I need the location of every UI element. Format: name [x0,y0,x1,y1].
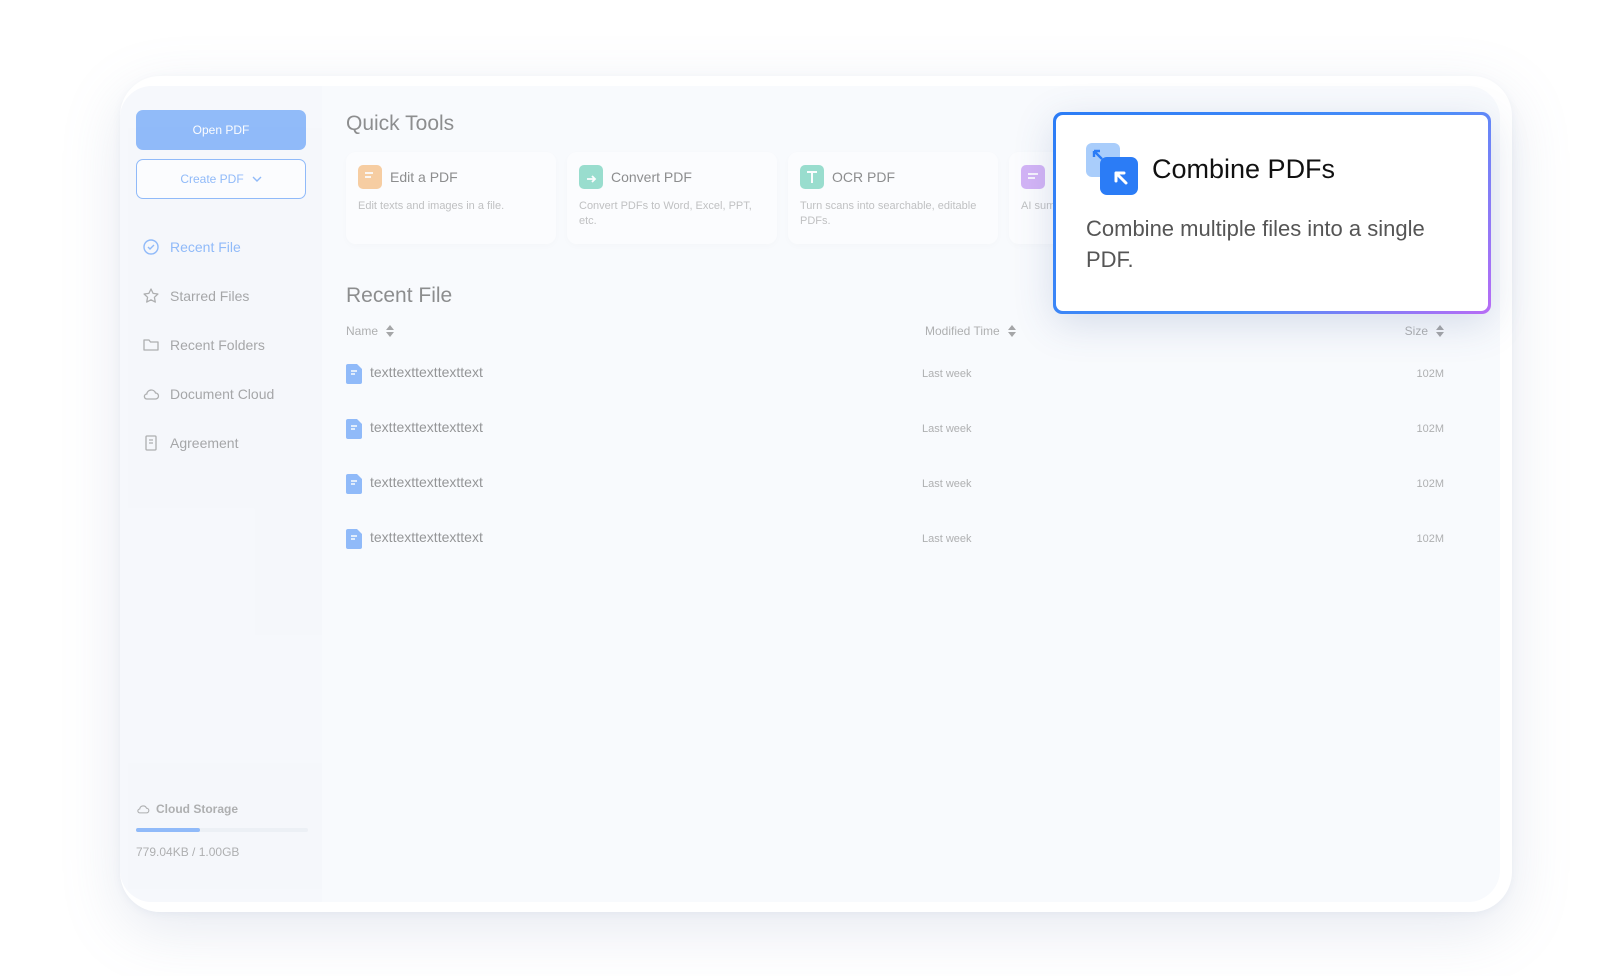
combine-pdfs-icon [1086,143,1138,195]
table-row[interactable]: texttexttexttexttext Last week 102M [346,521,1444,576]
tool-description: Turn scans into searchable, editable PDF… [800,200,977,227]
file-size: 102M [1416,533,1444,545]
tool-title: Edit a PDF [390,169,458,185]
sort-icon [1007,325,1016,337]
table-row[interactable]: texttexttexttexttext Last week 102M [346,411,1444,466]
sidebar-item-document-cloud[interactable]: Document Cloud [142,369,312,418]
tool-description: Edit texts and images in a file. [358,200,505,212]
sidebar-item-recent-folders[interactable]: Recent Folders [142,320,312,369]
file-name: texttexttexttexttext [370,419,483,435]
sidebar-item-label: Recent Folders [170,336,265,353]
column-label: Size [1404,324,1428,338]
table-row[interactable]: texttexttexttexttext Last week 102M [346,466,1444,521]
chevron-down-icon [252,176,262,182]
file-modified: Last week [922,478,972,490]
storage-used-text: 779.04KB / 1.00GB [136,845,240,859]
quick-tools-title: Quick Tools [346,112,455,135]
edit-pdf-icon [358,165,382,189]
column-modified-time[interactable]: Modified Time [925,324,1016,338]
clock-icon [143,238,159,255]
sort-icon [386,325,395,337]
storage-progress-bar [136,828,308,832]
file-modified: Last week [922,423,972,435]
tool-convert-pdf[interactable]: Convert PDF Convert PDFs to Word, Excel,… [567,152,777,244]
sidebar-item-recent-file[interactable]: Recent File [142,222,312,271]
summarize-icon [1021,165,1045,189]
create-pdf-label: Create PDF [180,172,244,186]
sidebar-item-label: Recent File [170,238,241,255]
column-name[interactable]: Name [346,324,395,338]
file-modified: Last week [922,533,972,545]
column-label: Name [346,324,379,338]
sidebar-item-agreement[interactable]: Agreement [142,418,312,467]
cloud-storage-title: Cloud Storage [136,802,308,816]
storage-progress-fill [136,828,200,832]
table-header: Name Modified Time Size [346,322,1444,346]
pdf-file-icon [346,529,362,549]
open-pdf-button[interactable]: Open PDF [136,110,306,150]
cloud-storage: Cloud Storage 779.04KB / 1.00GB [136,802,308,859]
pdf-file-icon [346,364,362,384]
tool-title: OCR PDF [832,169,895,185]
popup-title: Combine PDFs [1152,153,1336,184]
convert-pdf-icon [579,165,603,189]
star-icon [143,287,159,303]
file-modified: Last week [922,368,972,380]
tool-ocr-pdf[interactable]: OCR PDF Turn scans into searchable, edit… [788,152,998,244]
sort-icon [1436,325,1444,337]
pdf-file-icon [346,474,362,494]
sidebar: Open PDF Create PDF Recent File Starred … [120,86,322,902]
file-list: texttexttexttexttext Last week 102M text… [346,356,1444,576]
popup-description: Combine multiple files into a single PDF… [1086,216,1425,272]
file-size: 102M [1416,368,1444,380]
pdf-file-icon [346,419,362,439]
sidebar-item-label: Agreement [170,434,239,451]
sidebar-item-label: Starred Files [170,287,250,304]
cloud-icon [143,388,160,400]
document-icon [145,434,157,451]
file-size: 102M [1416,478,1444,490]
cloud-icon [137,805,150,814]
ocr-pdf-icon [800,165,824,189]
file-name: texttexttexttexttext [370,529,483,545]
folder-icon [143,338,159,351]
tool-title: Convert PDF [611,169,692,185]
table-row[interactable]: texttexttexttexttext Last week 102M [346,356,1444,411]
combine-pdfs-card[interactable]: Combine PDFs Combine multiple files into… [1053,112,1491,314]
column-label: Modified Time [925,324,1000,338]
sidebar-item-starred-files[interactable]: Starred Files [142,271,312,320]
combine-pdfs-card-body: Combine PDFs Combine multiple files into… [1056,115,1488,311]
tool-description: Convert PDFs to Word, Excel, PPT, etc. [579,200,752,227]
tool-edit-pdf[interactable]: Edit a PDF Edit texts and images in a fi… [346,152,556,244]
cloud-storage-label: Cloud Storage [156,802,239,816]
sidebar-item-label: Document Cloud [170,385,275,402]
column-size[interactable]: Size [1405,324,1444,338]
file-name: texttexttexttexttext [370,364,483,380]
file-name: texttexttexttexttext [370,474,483,490]
file-size: 102M [1416,423,1444,435]
create-pdf-button[interactable]: Create PDF [136,159,306,199]
sidebar-nav: Recent File Starred Files Recent Folders… [142,222,312,467]
recent-file-title: Recent File [346,284,453,307]
